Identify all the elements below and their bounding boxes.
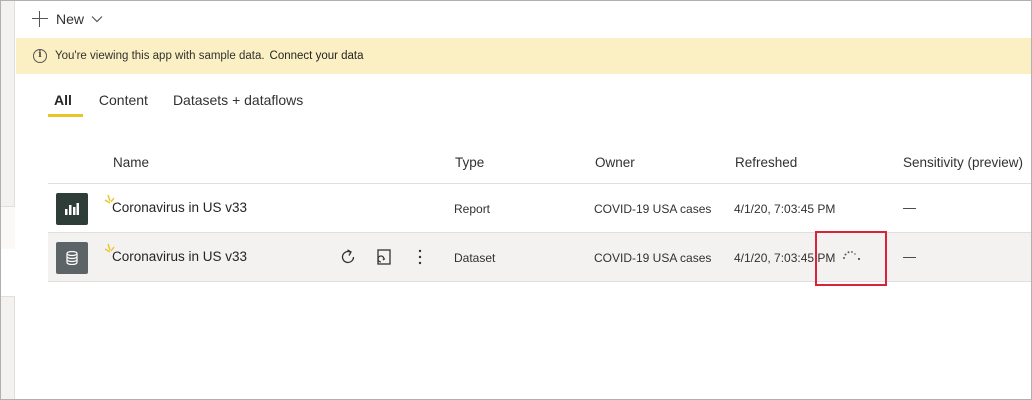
more-options-icon[interactable] xyxy=(410,247,430,267)
plus-icon xyxy=(32,11,48,27)
new-button-label: New xyxy=(56,11,85,27)
item-sensitivity: — xyxy=(903,200,916,215)
header-refreshed[interactable]: Refreshed xyxy=(735,155,797,170)
refresh-icon[interactable] xyxy=(338,247,358,267)
item-refreshed: 4/1/20, 7:03:45 PM xyxy=(734,202,836,216)
highlight-box xyxy=(815,231,887,286)
new-button[interactable]: New xyxy=(32,9,103,29)
item-sensitivity: — xyxy=(903,249,916,264)
connect-data-link[interactable]: Connect your data xyxy=(270,50,364,62)
left-nav-rail xyxy=(1,1,15,399)
dataset-icon xyxy=(56,242,88,274)
toolbar: New xyxy=(16,1,1031,37)
item-name[interactable]: Coronavirus in US v33 xyxy=(112,200,247,215)
main-content: New i You're viewing this app with sampl… xyxy=(16,1,1031,399)
item-owner: COVID-19 USA cases xyxy=(594,202,712,216)
left-nav-item[interactable] xyxy=(1,249,15,297)
item-type: Report xyxy=(454,202,491,216)
table-header: Name Type Owner Refreshed Sensitivity (p… xyxy=(48,147,1031,184)
item-name[interactable]: Coronavirus in US v33 xyxy=(112,249,247,264)
schedule-refresh-icon[interactable] xyxy=(374,247,394,267)
header-name[interactable]: Name xyxy=(113,155,149,170)
header-sensitivity[interactable]: Sensitivity (preview) xyxy=(903,155,1023,170)
info-icon: i xyxy=(33,49,47,63)
header-type[interactable]: Type xyxy=(455,155,484,170)
banner-message: You're viewing this app with sample data… xyxy=(55,50,265,62)
item-owner: COVID-19 USA cases xyxy=(594,251,712,265)
header-owner[interactable]: Owner xyxy=(595,155,635,170)
chevron-down-icon xyxy=(91,16,103,23)
table-row[interactable]: Coronavirus in US v33 Report COVID-19 US… xyxy=(48,184,1031,233)
tab-content[interactable]: Content xyxy=(99,89,148,117)
tab-all[interactable]: All xyxy=(48,89,83,117)
left-nav-item[interactable] xyxy=(1,206,15,250)
sample-data-banner: i You're viewing this app with sample da… xyxy=(16,38,1031,74)
item-type: Dataset xyxy=(454,251,496,265)
content-tabs: All Content Datasets + dataflows xyxy=(48,89,328,117)
report-icon xyxy=(56,193,88,225)
tab-datasets-dataflows[interactable]: Datasets + dataflows xyxy=(173,89,303,117)
